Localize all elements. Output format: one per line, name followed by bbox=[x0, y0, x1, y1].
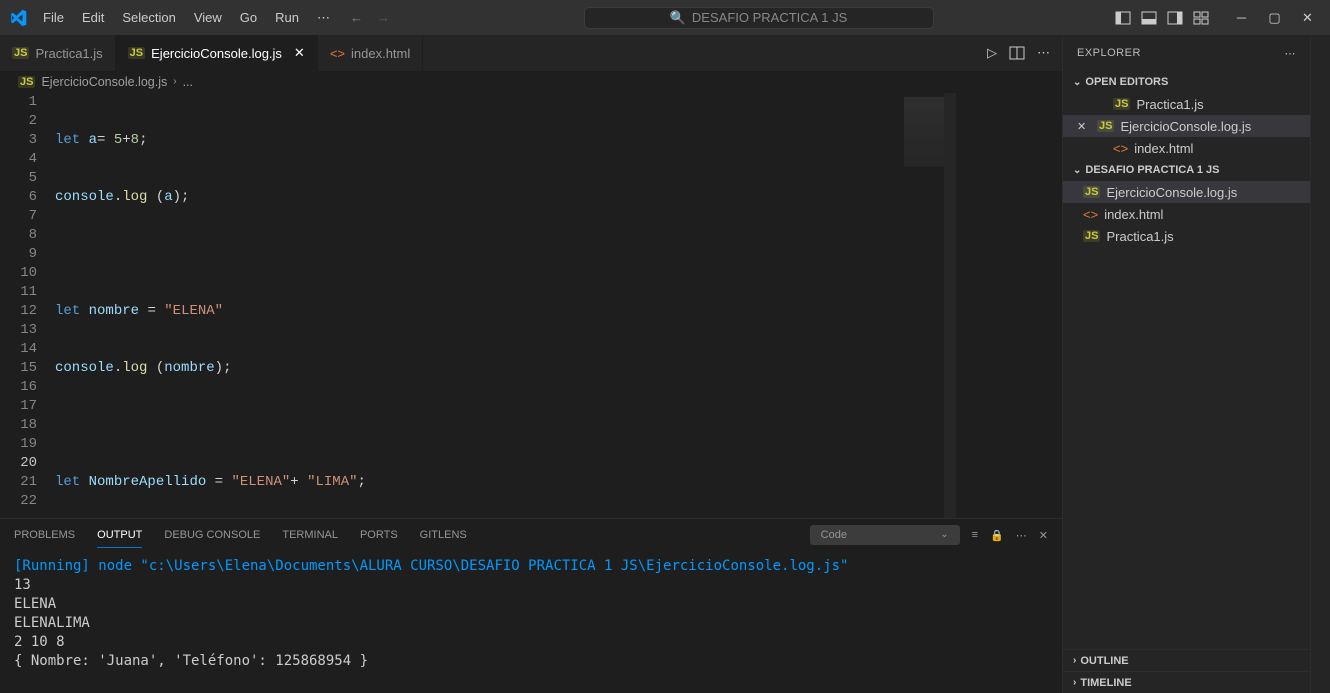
explorer-title: EXPLORER bbox=[1077, 47, 1141, 59]
chevron-right-icon: › bbox=[1073, 655, 1076, 666]
open-editors-section[interactable]: ⌄ OPEN EDITORS bbox=[1063, 71, 1310, 93]
filter-icon[interactable]: ≡ bbox=[972, 529, 978, 541]
js-icon: JS bbox=[1097, 120, 1114, 132]
chevron-down-icon: ⌄ bbox=[940, 529, 948, 541]
close-button[interactable]: ✕ bbox=[1295, 3, 1320, 33]
bottom-panel: PROBLEMS OUTPUT DEBUG CONSOLE TERMINAL P… bbox=[0, 518, 1062, 693]
vscode-logo-icon bbox=[0, 9, 35, 27]
chevron-right-icon: › bbox=[1073, 677, 1076, 688]
js-icon: JS bbox=[128, 47, 145, 59]
js-icon: JS bbox=[1083, 230, 1100, 242]
tab-index[interactable]: <> index.html bbox=[318, 35, 423, 71]
minimap[interactable] bbox=[904, 97, 944, 167]
file-item[interactable]: JS EjercicioConsole.log.js bbox=[1063, 181, 1310, 203]
more-actions-icon[interactable]: ⋯ bbox=[1037, 45, 1050, 61]
sidebar-more-icon[interactable]: ⋯ bbox=[1285, 47, 1297, 60]
open-editor-item[interactable]: <> index.html bbox=[1063, 137, 1310, 159]
clear-icon[interactable]: ⋯ bbox=[1016, 529, 1027, 542]
nav-forward-icon[interactable]: → bbox=[377, 10, 390, 25]
search-icon: 🔍 bbox=[670, 10, 686, 26]
lock-icon[interactable]: 🔒 bbox=[990, 529, 1004, 542]
chevron-right-icon: › bbox=[173, 76, 176, 87]
maximize-button[interactable]: ▢ bbox=[1262, 3, 1287, 33]
open-editor-item[interactable]: JS Practica1.js bbox=[1063, 93, 1310, 115]
tab-practica1[interactable]: JS Practica1.js bbox=[0, 35, 116, 71]
html-icon: <> bbox=[330, 46, 345, 61]
menu-go[interactable]: Go bbox=[232, 6, 265, 30]
layout-panel-icon[interactable] bbox=[1141, 10, 1157, 26]
command-center[interactable]: 🔍 DESAFIO PRACTICA 1 JS bbox=[584, 7, 934, 29]
close-tab-icon[interactable]: ✕ bbox=[294, 45, 305, 61]
code-editor[interactable]: 12345678910111213141516171819202122 let … bbox=[0, 93, 1062, 518]
minimap-scrollbar[interactable] bbox=[944, 93, 956, 518]
panel-tab-output[interactable]: OUTPUT bbox=[97, 523, 142, 548]
layout-secondary-icon[interactable] bbox=[1167, 10, 1183, 26]
menu-view[interactable]: View bbox=[186, 6, 230, 30]
minimize-button[interactable]: ─ bbox=[1229, 3, 1254, 33]
html-icon: <> bbox=[1083, 207, 1098, 222]
explorer-sidebar: EXPLORER ⋯ ⌄ OPEN EDITORS JS Practica1.j… bbox=[1062, 35, 1310, 693]
timeline-section[interactable]: › TIMELINE bbox=[1063, 671, 1310, 693]
right-activity-bar[interactable] bbox=[1310, 35, 1330, 693]
layout-primary-icon[interactable] bbox=[1115, 10, 1131, 26]
nav-back-icon[interactable]: ← bbox=[350, 10, 363, 25]
line-numbers: 12345678910111213141516171819202122 bbox=[0, 93, 55, 518]
layout-customize-icon[interactable] bbox=[1193, 10, 1209, 26]
project-section[interactable]: ⌄ DESAFIO PRACTICA 1 JS bbox=[1063, 159, 1310, 181]
run-icon[interactable]: ▷ bbox=[987, 45, 997, 61]
panel-tab-debug[interactable]: DEBUG CONSOLE bbox=[164, 523, 260, 547]
titlebar: File Edit Selection View Go Run ⋯ ← → 🔍 … bbox=[0, 0, 1330, 35]
tab-ejercicio[interactable]: JS EjercicioConsole.log.js ✕ bbox=[116, 35, 318, 71]
panel-close-icon[interactable]: ✕ bbox=[1039, 529, 1048, 542]
panel-tab-problems[interactable]: PROBLEMS bbox=[14, 523, 75, 547]
outline-section[interactable]: › OUTLINE bbox=[1063, 649, 1310, 671]
panel-tab-gitlens[interactable]: GITLENS bbox=[420, 523, 467, 547]
panel-tab-ports[interactable]: PORTS bbox=[360, 523, 398, 547]
js-icon: JS bbox=[1083, 186, 1100, 198]
menu-file[interactable]: File bbox=[35, 6, 72, 30]
open-editor-item[interactable]: ✕ JS EjercicioConsole.log.js bbox=[1063, 115, 1310, 137]
js-icon: JS bbox=[12, 47, 29, 59]
editor-tabbar: JS Practica1.js JS EjercicioConsole.log.… bbox=[0, 35, 1062, 71]
chevron-down-icon: ⌄ bbox=[1073, 77, 1081, 88]
breadcrumb[interactable]: JS EjercicioConsole.log.js › ... bbox=[0, 71, 1062, 93]
file-item[interactable]: JS Practica1.js bbox=[1063, 225, 1310, 247]
output-content[interactable]: [Running] node "c:\Users\Elena\Documents… bbox=[0, 551, 1062, 693]
menu-more-icon[interactable]: ⋯ bbox=[309, 6, 338, 30]
output-channel-dropdown[interactable]: Code ⌄ bbox=[810, 525, 960, 545]
menu-run[interactable]: Run bbox=[267, 6, 307, 30]
menu-selection[interactable]: Selection bbox=[114, 6, 183, 30]
close-editor-icon[interactable]: ✕ bbox=[1077, 120, 1089, 133]
split-editor-icon[interactable] bbox=[1009, 45, 1025, 61]
chevron-down-icon: ⌄ bbox=[1073, 165, 1081, 176]
menu-edit[interactable]: Edit bbox=[74, 6, 112, 30]
workspace-title: DESAFIO PRACTICA 1 JS bbox=[692, 10, 847, 25]
main-menu: File Edit Selection View Go Run ⋯ bbox=[35, 6, 338, 30]
file-item[interactable]: <> index.html bbox=[1063, 203, 1310, 225]
panel-tab-terminal[interactable]: TERMINAL bbox=[282, 523, 338, 547]
js-icon: JS bbox=[18, 76, 35, 88]
html-icon: <> bbox=[1113, 141, 1128, 156]
js-icon: JS bbox=[1113, 98, 1130, 110]
